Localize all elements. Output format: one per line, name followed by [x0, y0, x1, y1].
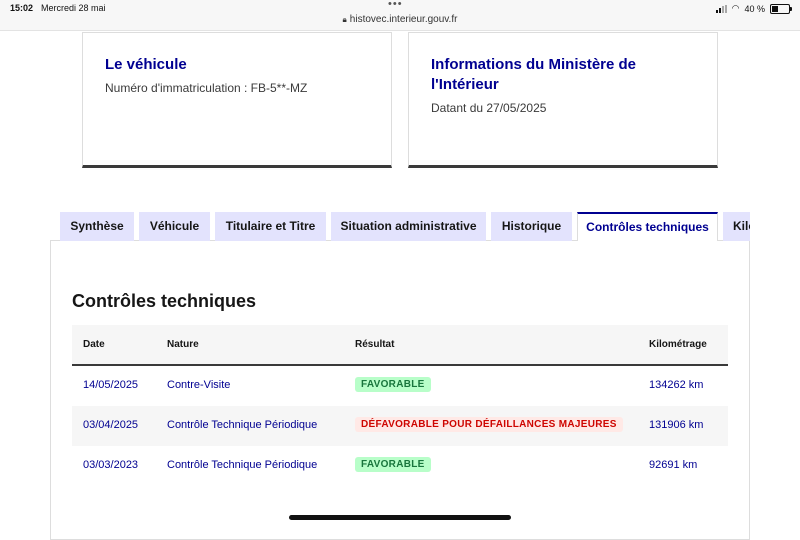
tab-controles-techniques[interactable]: Contrôles techniques: [577, 212, 718, 241]
result-badge: FAVORABLE: [355, 377, 431, 392]
column-header-date: Date: [83, 339, 105, 350]
address-bar[interactable]: 🔒︎ histovec.interieur.gouv.fr: [0, 14, 800, 25]
tab-vehicule[interactable]: Véhicule: [139, 212, 210, 241]
column-header-nature: Nature: [167, 339, 199, 350]
result-badge: DÉFAVORABLE POUR DÉFAILLANCES MAJEURES: [355, 417, 623, 432]
cell-nature: Contrôle Technique Périodique: [167, 419, 318, 431]
cell-date: 03/03/2023: [83, 459, 139, 471]
cell-mileage: 131906 km: [649, 419, 704, 431]
cell-nature: Contre-Visite: [167, 379, 231, 391]
url-text: histovec.interieur.gouv.fr: [349, 14, 458, 25]
result-badge: FAVORABLE: [355, 457, 431, 472]
wifi-icon: ◠: [731, 3, 740, 13]
cell-nature: Contrôle Technique Périodique: [167, 459, 318, 471]
cell-mileage: 92691 km: [649, 459, 698, 471]
cell-date: 14/05/2025: [83, 379, 139, 391]
status-bar: 15:02 Mercredi 28 mai ••• 🔒︎ histovec.int…: [0, 0, 800, 31]
battery-icon: [770, 3, 792, 14]
home-indicator[interactable]: [289, 515, 511, 520]
vehicle-card-title: Le véhicule: [105, 56, 187, 73]
table-row: 14/05/2025 Contre-Visite FAVORABLE 13426…: [72, 366, 728, 406]
cell-mileage: 134262 km: [649, 379, 704, 391]
table-row: 03/04/2025 Contrôle Technique Périodique…: [72, 406, 728, 446]
registration-number: Numéro d'immatriculation : FB-5**-MZ: [105, 81, 308, 95]
more-dots-icon[interactable]: •••: [388, 0, 403, 10]
status-time: 15:02: [10, 3, 34, 13]
tab-list: Synthèse Véhicule Titulaire et Titre Sit…: [60, 212, 750, 241]
ministry-card-title: Informations du Ministère de l'Intérieur: [431, 56, 637, 93]
data-date: Datant du 27/05/2025: [431, 101, 547, 115]
column-header-result: Résultat: [355, 339, 395, 350]
table-row: 03/03/2023 Contrôle Technique Périodique…: [72, 446, 728, 486]
tab-situation[interactable]: Situation administrative: [331, 212, 486, 241]
tab-titulaire[interactable]: Titulaire et Titre: [215, 212, 326, 241]
section-title: Contrôles techniques: [72, 291, 257, 311]
vehicle-card: Le véhicule Numéro d'immatriculation : F…: [82, 32, 392, 168]
ministry-info-card: Informations du Ministère de l'Intérieur…: [408, 32, 718, 168]
cell-date: 03/04/2025: [83, 419, 139, 431]
status-date: Mercredi 28 mai: [41, 3, 106, 13]
table-header: Date Nature Résultat Kilométrage: [72, 325, 728, 366]
tab-synthese[interactable]: Synthèse: [60, 212, 134, 241]
tab-historique[interactable]: Historique: [491, 212, 572, 241]
column-header-mileage: Kilométrage: [649, 339, 707, 350]
signal-icon: [715, 4, 727, 13]
tab-kilometrage[interactable]: Kilométrage: [723, 212, 750, 241]
battery-percent: 40 %: [744, 3, 765, 14]
lock-icon: 🔒︎: [342, 15, 347, 24]
